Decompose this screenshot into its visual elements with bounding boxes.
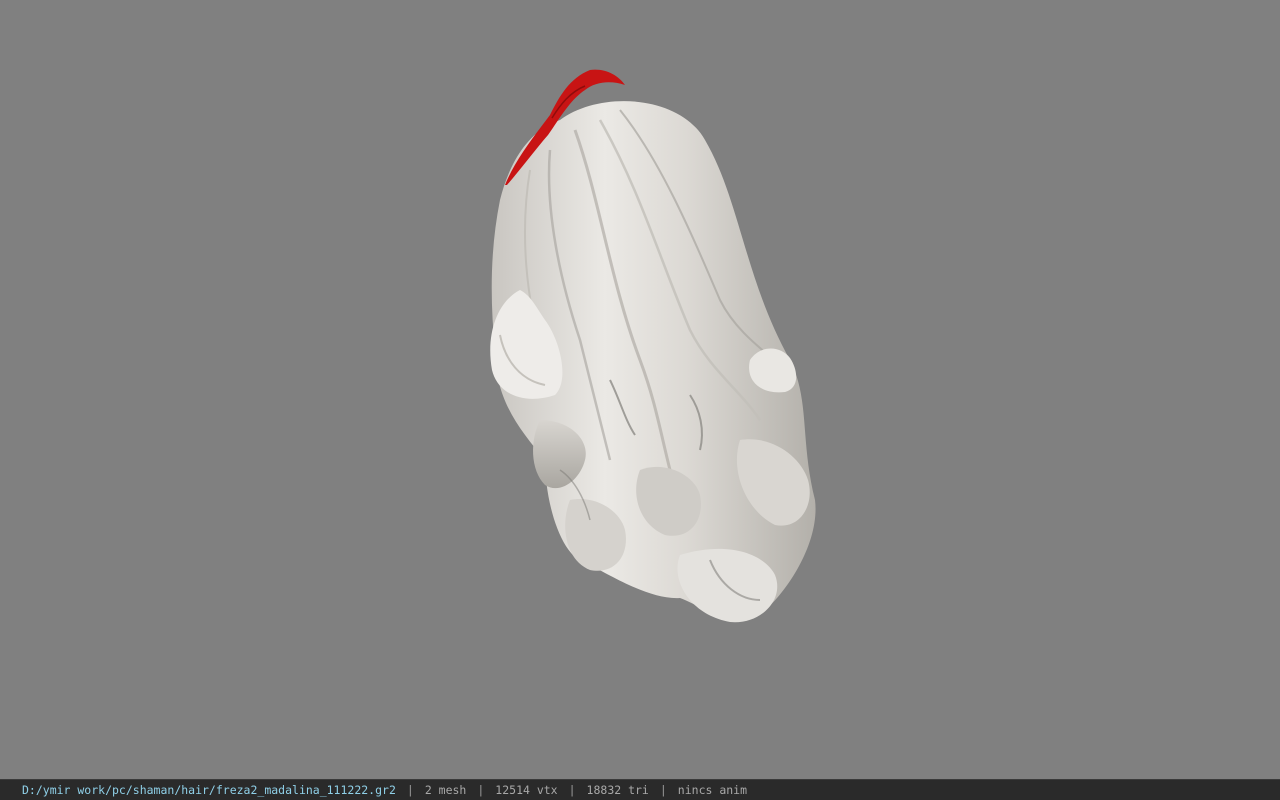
- file-path-label: D:/ymir work/pc/shaman/hair/freza2_madal…: [22, 783, 396, 797]
- 3d-viewport[interactable]: [0, 0, 1280, 779]
- status-separator: |: [568, 783, 576, 797]
- animation-status-label: nincs anim: [677, 783, 748, 797]
- status-separator: |: [659, 783, 667, 797]
- status-separator: |: [406, 783, 414, 797]
- triangle-count-label: 18832 tri: [586, 783, 649, 797]
- hair-model-render: [490, 69, 816, 623]
- status-separator: |: [477, 783, 485, 797]
- mesh-count-label: 2 mesh: [424, 783, 467, 797]
- status-bar: D:/ymir work/pc/shaman/hair/freza2_madal…: [0, 779, 1280, 800]
- vertex-count-label: 12514 vtx: [495, 783, 558, 797]
